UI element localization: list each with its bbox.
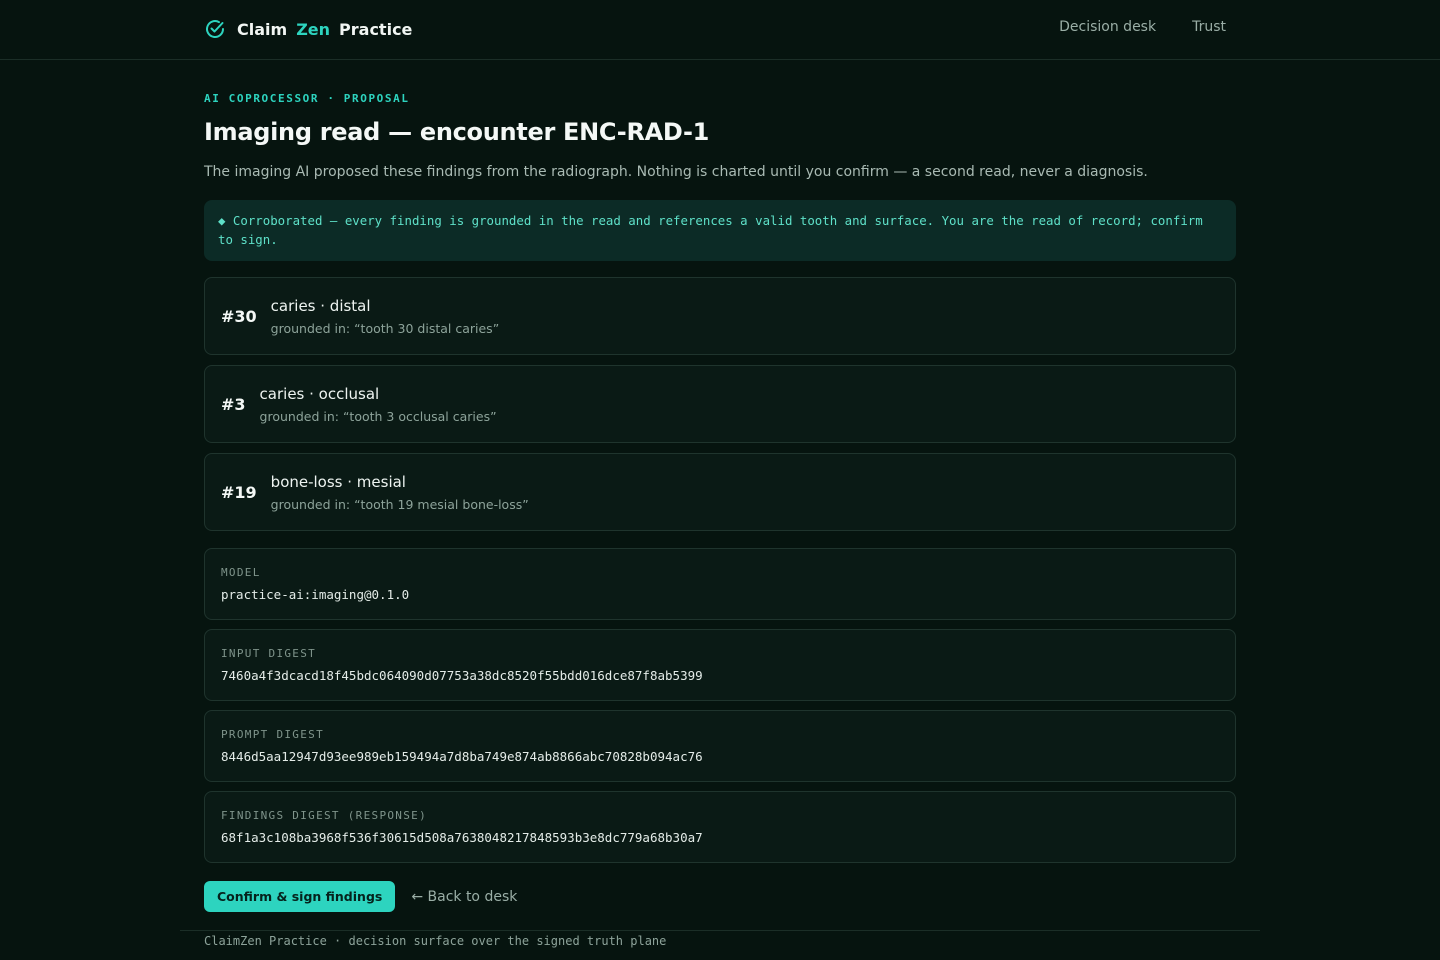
top-bar: Claim Zen Practice Decision desk Trust (0, 0, 1440, 60)
back-to-desk-link[interactable]: ← Back to desk (411, 889, 517, 905)
finding-tooth-number: #30 (221, 306, 257, 326)
input-digest-card: INPUT DIGEST 7460a4f3dcacd18f45bdc064090… (204, 629, 1236, 701)
nav-decision-desk[interactable]: Decision desk (1059, 19, 1156, 35)
main-content: AI COPROCESSOR · PROPOSAL Imaging read —… (204, 92, 1236, 912)
brand-name-practice: Practice (339, 19, 413, 39)
findings-digest-label: FINDINGS DIGEST (RESPONSE) (221, 809, 427, 822)
top-nav: Decision desk Trust (1059, 19, 1226, 35)
action-bar: Confirm & sign findings ← Back to desk (204, 881, 1236, 912)
brand-name-zen: Zen (296, 19, 331, 39)
model-label: MODEL (221, 566, 261, 579)
page-eyebrow: AI COPROCESSOR · PROPOSAL (204, 92, 410, 105)
finding-card: #3 caries · occlusal grounded in: “tooth… (204, 365, 1236, 443)
brand-logo[interactable]: Claim Zen Practice (204, 17, 412, 41)
provenance-list: MODEL practice-ai:imaging@0.1.0 INPUT DI… (204, 548, 1236, 863)
corroboration-banner: ◆ Corroborated — every finding is ground… (204, 200, 1236, 261)
input-digest-label: INPUT DIGEST (221, 647, 317, 660)
page-title: Imaging read — encounter ENC-RAD-1 (204, 118, 710, 146)
finding-title: caries · distal (270, 296, 371, 315)
finding-title: caries · occlusal (259, 384, 380, 403)
page-footer: ClaimZen Practice · decision surface ove… (180, 930, 1260, 948)
brand-name-claim: Claim (237, 19, 288, 39)
confirm-sign-button[interactable]: Confirm & sign findings (204, 881, 396, 912)
finding-tooth-number: #19 (221, 482, 257, 502)
findings-digest-value: 68f1a3c108ba3968f536f30615d508a763804821… (221, 830, 703, 845)
finding-title: bone-loss · mesial (270, 472, 406, 491)
prompt-digest-label: PROMPT DIGEST (221, 728, 324, 741)
prompt-digest-value: 8446d5aa12947d93ee989eb159494a7d8ba749e8… (221, 749, 703, 764)
nav-trust[interactable]: Trust (1192, 19, 1226, 35)
input-digest-value: 7460a4f3dcacd18f45bdc064090d07753a38dc85… (221, 668, 703, 683)
check-circle-icon (204, 18, 226, 40)
finding-grounding: grounded in: “tooth 30 distal caries” (270, 320, 500, 336)
page-description: The imaging AI proposed these findings f… (204, 164, 1148, 180)
model-card: MODEL practice-ai:imaging@0.1.0 (204, 548, 1236, 620)
finding-card: #30 caries · distal grounded in: “tooth … (204, 277, 1236, 355)
finding-tooth-number: #3 (221, 394, 246, 414)
prompt-digest-card: PROMPT DIGEST 8446d5aa12947d93ee989eb159… (204, 710, 1236, 782)
finding-grounding: grounded in: “tooth 3 occlusal caries” (259, 408, 497, 424)
findings-digest-card: FINDINGS DIGEST (RESPONSE) 68f1a3c108ba3… (204, 791, 1236, 863)
finding-card: #19 bone-loss · mesial grounded in: “too… (204, 453, 1236, 531)
footer-text: ClaimZen Practice · decision surface ove… (204, 934, 667, 948)
findings-list: #30 caries · distal grounded in: “tooth … (204, 277, 1236, 531)
finding-grounding: grounded in: “tooth 19 mesial bone-loss” (270, 496, 529, 512)
model-value: practice-ai:imaging@0.1.0 (221, 587, 410, 602)
